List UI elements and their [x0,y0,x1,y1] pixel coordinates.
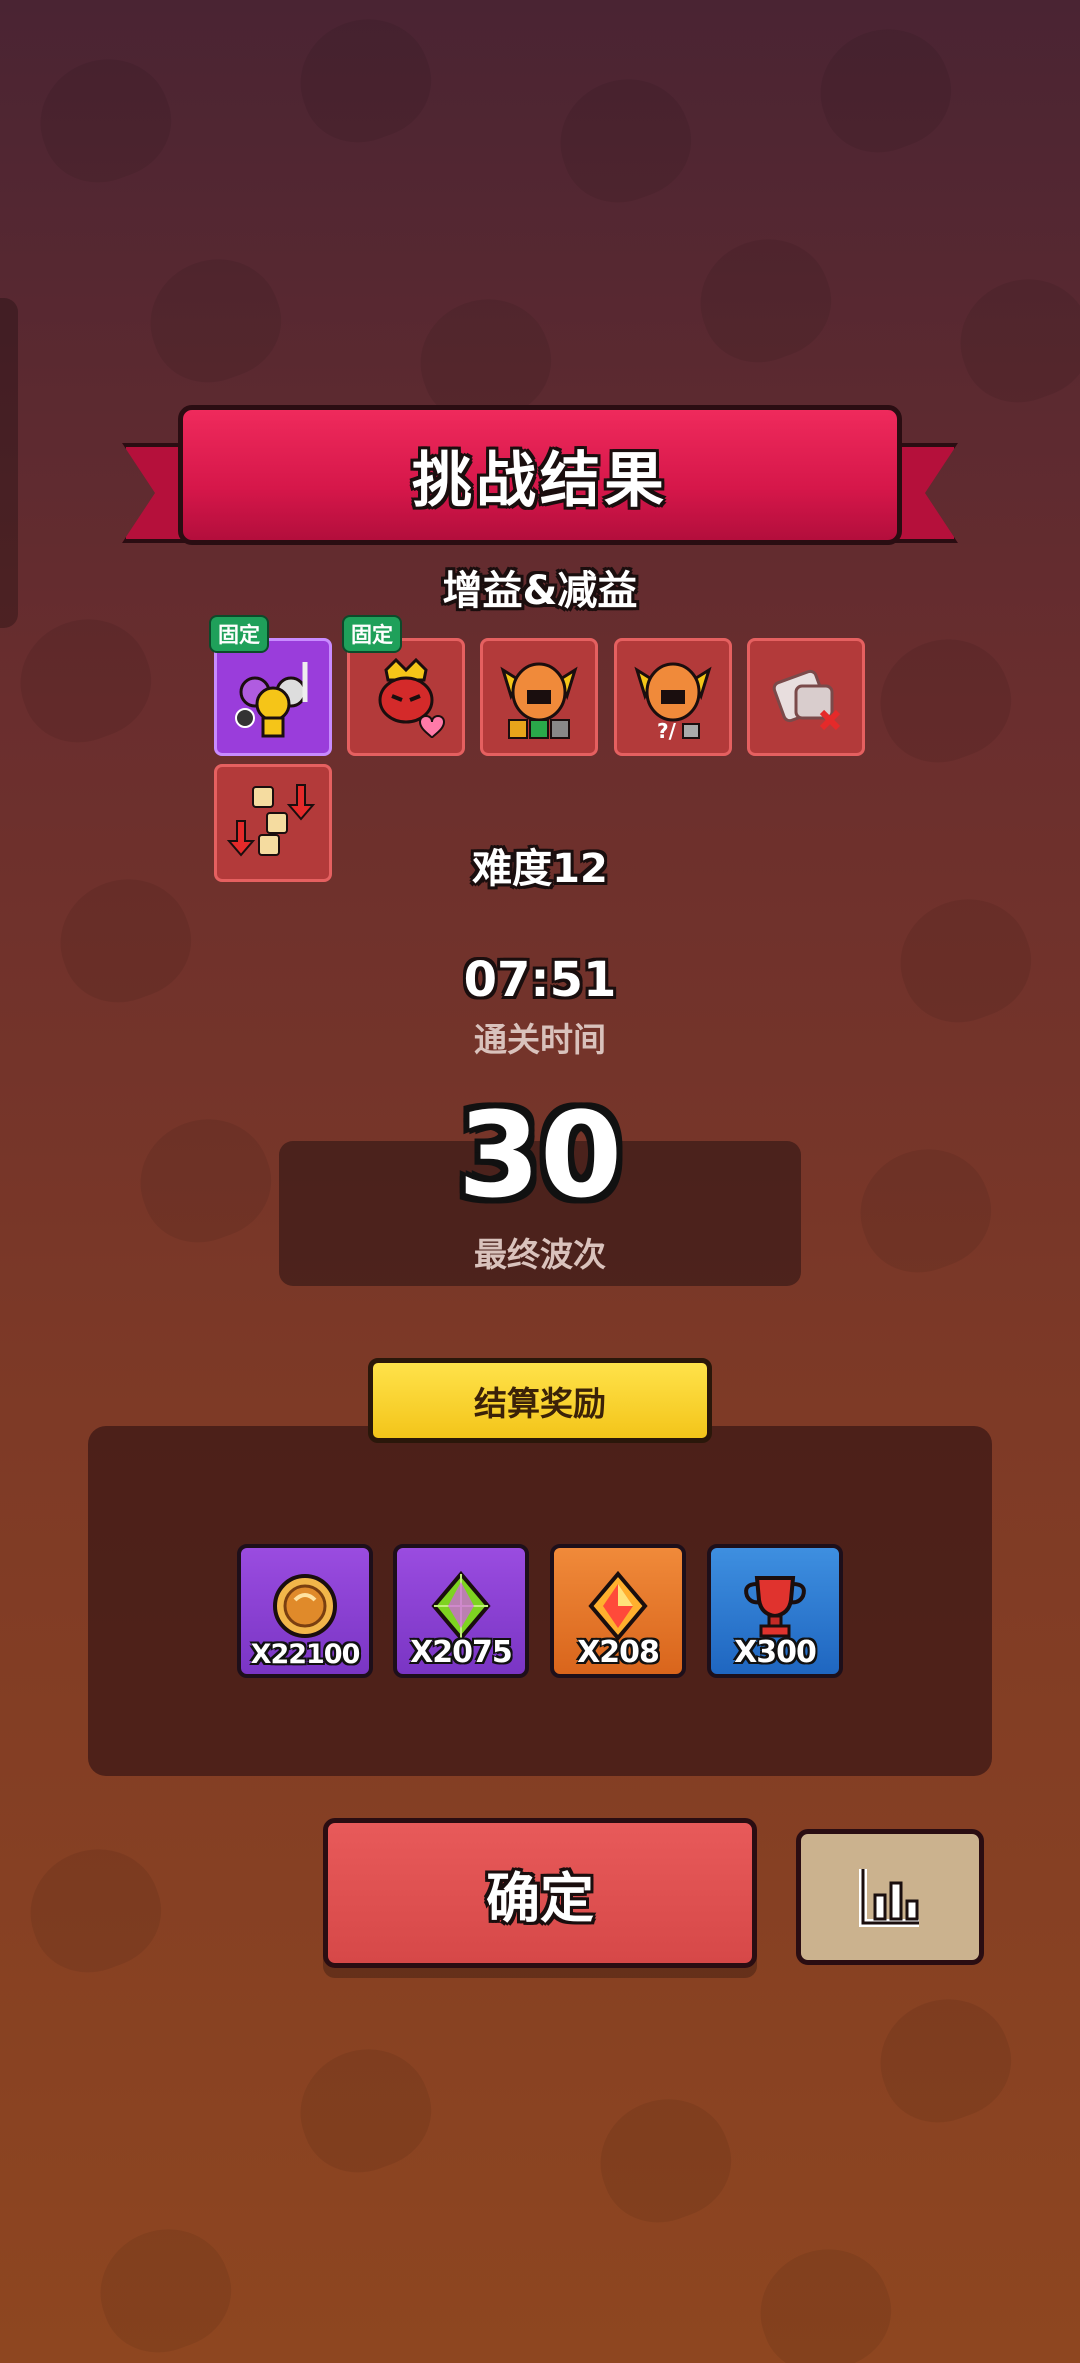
reward-green-gem[interactable]: X2075 [393,1544,529,1678]
clear-time-value: 07:51 [463,952,617,1008]
dice-cancel-icon [772,669,841,731]
pinned-badge: 固定 [209,615,269,653]
coin-icon [273,1574,337,1638]
pinned-badge: 固定 [342,615,402,653]
title-banner: 挑战结果 [122,405,958,555]
hero-squad-icon [235,662,308,738]
reward-coin[interactable]: X22100 [237,1544,373,1678]
bar-chart-icon [859,1869,919,1927]
rewards-panel [88,1426,992,1776]
difficulty-label: 难度12 [472,846,608,892]
winged-helmet-locked-icon: ?/ [634,662,712,743]
reward-amount: X22100 [250,1639,361,1670]
modifier-hero-squad[interactable]: 固定 [209,615,332,756]
modifier-winged-helmet-skills[interactable] [480,638,598,756]
reward-amount: X300 [734,1635,817,1670]
green-gem-icon [431,1570,491,1642]
final-wave-value: 30 [457,1086,623,1224]
reward-trophy[interactable]: X300 [707,1544,843,1678]
demon-heart-icon [378,657,446,739]
confirm-button-label: 确定 [486,1866,594,1930]
page-title: 挑战结果 [412,445,668,516]
modifiers-label: 增益&减益 [442,568,638,614]
reward-amount: X208 [577,1635,660,1670]
modifier-dice-cancel[interactable] [747,638,865,756]
final-wave-label: 最终波次 [474,1235,606,1274]
reward-orange-crystal[interactable]: X208 [550,1544,686,1678]
winged-helmet-skills-icon [500,662,578,739]
stats-button[interactable] [796,1829,984,1965]
banner-body: 挑战结果 [178,405,902,545]
orange-crystal-icon [588,1570,648,1642]
modifier-winged-helmet-locked[interactable]: ?/ [614,638,732,756]
svg-text:?/: ?/ [657,719,677,743]
confirm-button[interactable]: 确定 [323,1818,757,1968]
modifier-demon-heart[interactable]: 固定 [342,615,465,756]
trophy-icon [744,1576,806,1638]
reward-amount: X2075 [410,1635,513,1670]
rewards-header: 结算奖励 [368,1358,712,1443]
clear-time-label: 通关时间 [474,1020,606,1059]
